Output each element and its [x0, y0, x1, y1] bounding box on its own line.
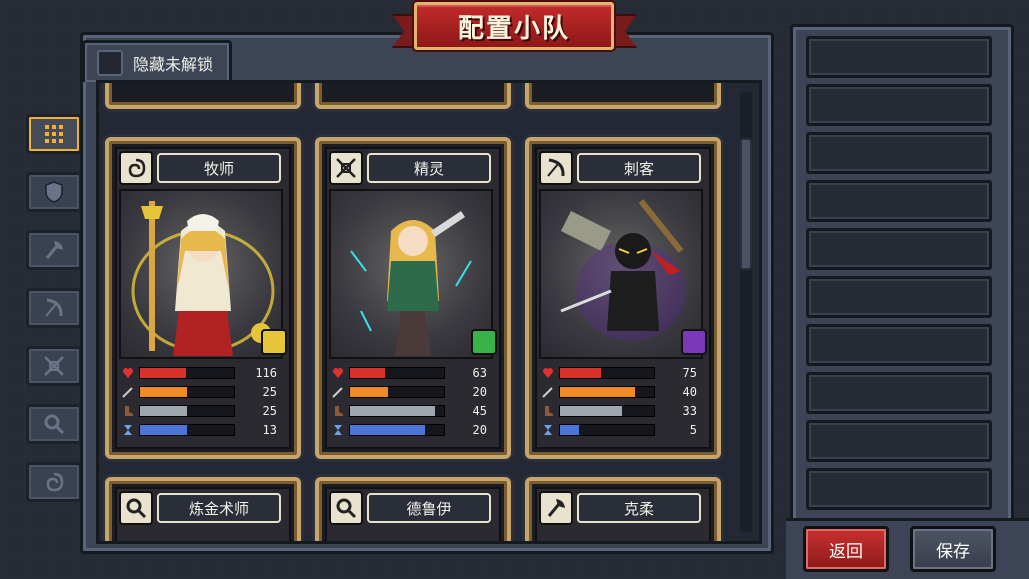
- magnifier-icon: [44, 414, 65, 435]
- scrollbar-thumb[interactable]: [740, 138, 752, 270]
- hero-portrait-assassin: [539, 189, 703, 359]
- team-slot[interactable]: [806, 36, 992, 78]
- hero-card-partial[interactable]: [525, 83, 721, 109]
- tab-support[interactable]: [26, 462, 82, 502]
- stat-speed: 33: [541, 401, 703, 420]
- hero-portrait-elf: [329, 189, 493, 359]
- stat-cooldown: 13: [121, 420, 283, 439]
- tab-mage[interactable]: [26, 404, 82, 444]
- skill-badge: [681, 329, 707, 355]
- team-slot[interactable]: [806, 180, 992, 222]
- stat-cooldown: 20: [331, 420, 493, 439]
- bow-icon: [539, 151, 573, 185]
- grid-icon: [45, 125, 63, 143]
- hero-card-priest[interactable]: 牧师 116 25 25 13: [105, 137, 301, 459]
- bow-icon: [45, 298, 63, 317]
- stat-attack-value: 25: [262, 384, 277, 399]
- stat-hp-value: 63: [472, 365, 487, 380]
- boot-icon: [331, 404, 345, 418]
- hourglass-icon: [121, 423, 135, 437]
- sword-icon: [331, 385, 345, 399]
- hero-name: 牧师: [157, 153, 281, 183]
- hero-name: 炼金术师: [157, 493, 281, 523]
- sword-icon: [541, 385, 555, 399]
- stat-cooldown-value: 5: [689, 422, 697, 437]
- hide-locked-checkbox[interactable]: [97, 49, 123, 76]
- hero-card-elf[interactable]: 精灵 63 20 45 20: [315, 137, 511, 459]
- team-slot[interactable]: [806, 84, 992, 126]
- stat-hp: 63: [331, 363, 493, 382]
- stat-attack: 40: [541, 382, 703, 401]
- stat-cooldown-value: 20: [472, 422, 487, 437]
- tab-tank[interactable]: [26, 172, 82, 212]
- axe-icon: [45, 241, 63, 259]
- stat-cooldown-value: 13: [262, 422, 277, 437]
- swirl-icon: [46, 472, 64, 492]
- crossed-arrows-icon: [329, 151, 363, 185]
- heart-icon: [121, 366, 135, 380]
- stat-attack-value: 20: [472, 384, 487, 399]
- tab-all[interactable]: [26, 114, 82, 154]
- hourglass-icon: [541, 423, 555, 437]
- team-slot[interactable]: [806, 420, 992, 462]
- team-slot[interactable]: [806, 276, 992, 318]
- swirl-icon: [119, 151, 153, 185]
- hero-stats: 75 40 33 5: [541, 363, 703, 439]
- boot-icon: [121, 404, 135, 418]
- hero-name: 精灵: [367, 153, 491, 183]
- stat-attack: 25: [121, 382, 283, 401]
- stat-speed: 25: [121, 401, 283, 420]
- stat-attack: 20: [331, 382, 493, 401]
- boot-icon: [541, 404, 555, 418]
- stat-cooldown: 5: [541, 420, 703, 439]
- hero-grid[interactable]: 牧师 116 25 25 13 精灵 63 20 45 20 刺客 75 40 …: [96, 80, 762, 544]
- stat-hp: 116: [121, 363, 283, 382]
- title-banner: 配置小队: [392, 2, 637, 54]
- hide-locked-toggle[interactable]: 隐藏未解锁: [82, 40, 232, 82]
- hero-card-assassin[interactable]: 刺客 75 40 33 5: [525, 137, 721, 459]
- skill-badge: [261, 329, 287, 355]
- tab-ranger[interactable]: [26, 288, 82, 328]
- crossed-arrows-icon: [44, 356, 64, 376]
- stat-speed-value: 45: [472, 403, 487, 418]
- page-title: 配置小队: [414, 2, 614, 50]
- team-slot[interactable]: [806, 468, 992, 510]
- magnifier-icon: [329, 491, 363, 525]
- stat-speed-value: 33: [682, 403, 697, 418]
- tab-warrior[interactable]: [26, 230, 82, 270]
- stat-speed: 45: [331, 401, 493, 420]
- hero-name: 克柔: [577, 493, 701, 523]
- hero-stats: 116 25 25 13: [121, 363, 283, 439]
- team-slot[interactable]: [806, 228, 992, 270]
- hero-card-kerou[interactable]: 克柔: [525, 477, 721, 541]
- hero-card-partial[interactable]: [315, 83, 511, 109]
- hourglass-icon: [331, 423, 345, 437]
- back-button[interactable]: 返回: [803, 526, 889, 572]
- heart-icon: [541, 366, 555, 380]
- hero-portrait-priest: [119, 189, 283, 359]
- stat-speed-value: 25: [262, 403, 277, 418]
- skill-badge: [471, 329, 497, 355]
- sword-icon: [121, 385, 135, 399]
- magnifier-icon: [119, 491, 153, 525]
- heart-icon: [331, 366, 345, 380]
- team-slot[interactable]: [806, 372, 992, 414]
- hero-card-alchemist[interactable]: 炼金术师: [105, 477, 301, 541]
- team-slot[interactable]: [806, 324, 992, 366]
- hero-name: 德鲁伊: [367, 493, 491, 523]
- tab-archer[interactable]: [26, 346, 82, 386]
- hero-name: 刺客: [577, 153, 701, 183]
- stat-hp-value: 75: [682, 365, 697, 380]
- team-slot[interactable]: [806, 132, 992, 174]
- hero-stats: 63 20 45 20: [331, 363, 493, 439]
- hero-card-druid[interactable]: 德鲁伊: [315, 477, 511, 541]
- stat-hp: 75: [541, 363, 703, 382]
- axe-icon: [539, 491, 573, 525]
- hero-card-partial[interactable]: [105, 83, 301, 109]
- stat-attack-value: 40: [682, 384, 697, 399]
- stat-hp-value: 116: [255, 365, 277, 380]
- save-button[interactable]: 保存: [910, 526, 996, 572]
- hide-locked-label: 隐藏未解锁: [133, 54, 214, 74]
- shield-icon: [45, 181, 63, 203]
